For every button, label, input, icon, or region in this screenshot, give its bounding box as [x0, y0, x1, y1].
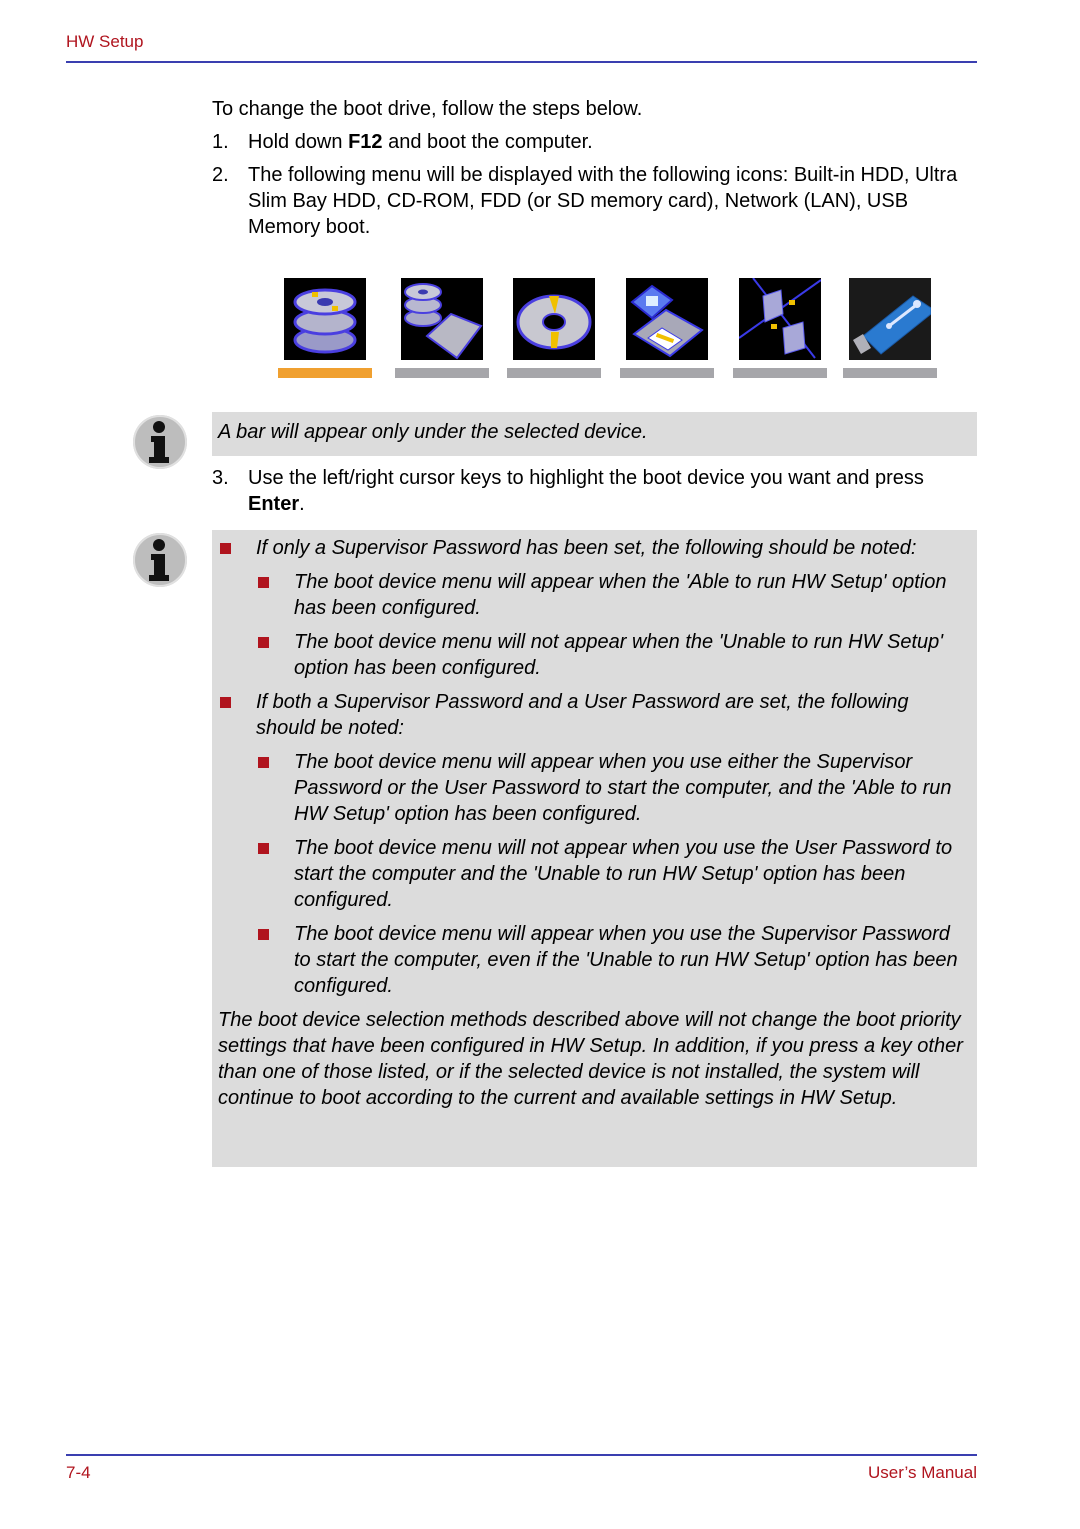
step-text: .: [299, 493, 305, 515]
cd-rom-icon: [513, 278, 595, 360]
boot-device-cd-rom[interactable]: [507, 278, 601, 378]
bullet-text: If both a Supervisor Password and a User…: [256, 691, 909, 739]
note-selected-bar: A bar will appear only under the selecte…: [212, 412, 977, 456]
section-title: HW Setup: [66, 32, 144, 51]
hdd-icon: [284, 278, 366, 360]
boot-device-hdd[interactable]: [278, 278, 372, 378]
info-icon: [133, 415, 187, 469]
bullet-text: The boot device menu will not appear whe…: [294, 631, 944, 679]
footer-rule: [66, 1454, 977, 1456]
step-1: 1. Hold down F12 and boot the computer.: [212, 129, 982, 155]
note-password-behavior: If only a Supervisor Password has been s…: [212, 530, 977, 1167]
closing-paragraph: The boot device selection methods descri…: [218, 1009, 963, 1109]
manual-title: User’s Manual: [868, 1463, 977, 1482]
fdd-icon: [626, 278, 708, 360]
bullet-square-icon: [220, 543, 231, 554]
step-text: Use the left/right cursor keys to highli…: [248, 467, 924, 489]
step-text: and boot the computer.: [382, 131, 593, 153]
bullet-item: If both a Supervisor Password and a User…: [218, 689, 971, 741]
sub-bullet-item: The boot device menu will appear when yo…: [256, 921, 971, 999]
bullet-text: The boot device menu will appear when yo…: [294, 751, 952, 825]
key-enter: Enter: [248, 493, 300, 515]
selection-bar: [843, 368, 937, 378]
boot-device-usb-memory[interactable]: [843, 278, 937, 378]
bullet-square-icon: [258, 577, 269, 588]
step-2: 2. The following menu will be displayed …: [212, 162, 982, 240]
usb-memory-icon: [849, 278, 931, 360]
page-number: 7-4: [66, 1463, 91, 1482]
bullet-text: The boot device menu will not appear whe…: [294, 837, 953, 911]
boot-device-fdd[interactable]: [620, 278, 714, 378]
key-f12: F12: [348, 131, 383, 153]
bullet-square-icon: [258, 843, 269, 854]
step-number: 1.: [212, 131, 229, 153]
slim-bay-hdd-icon: [401, 278, 483, 360]
step-text: Hold down: [248, 131, 349, 153]
bullet-square-icon: [258, 637, 269, 648]
boot-device-slim-bay-hdd[interactable]: [395, 278, 489, 378]
network-icon: [739, 278, 821, 360]
info-icon: [133, 533, 187, 587]
sub-bullet-item: The boot device menu will appear when yo…: [256, 749, 971, 827]
bullet-square-icon: [258, 929, 269, 940]
sub-bullet-item: The boot device menu will not appear whe…: [256, 835, 971, 913]
step-number: 3.: [212, 467, 229, 489]
bullet-square-icon: [258, 757, 269, 768]
sub-bullet-item: The boot device menu will appear when th…: [256, 569, 971, 621]
selection-bar: [620, 368, 714, 378]
bullet-text: The boot device menu will appear when yo…: [294, 923, 958, 997]
step-number: 2.: [212, 164, 229, 186]
bullet-item: If only a Supervisor Password has been s…: [218, 535, 971, 561]
step-text: The following menu will be displayed wit…: [248, 164, 958, 238]
boot-device-network[interactable]: [733, 278, 827, 378]
selection-bar: [395, 368, 489, 378]
selection-bar: [278, 368, 372, 378]
bullet-text: The boot device menu will appear when th…: [294, 571, 947, 619]
note-text: A bar will appear only under the selecte…: [218, 421, 648, 443]
bullet-text: If only a Supervisor Password has been s…: [256, 537, 917, 559]
selection-bar: [733, 368, 827, 378]
bullet-square-icon: [220, 697, 231, 708]
sub-bullet-item: The boot device menu will not appear whe…: [256, 629, 971, 681]
intro-text: To change the boot drive, follow the ste…: [212, 98, 643, 120]
selection-bar: [507, 368, 601, 378]
step-3: 3. Use the left/right cursor keys to hig…: [212, 465, 982, 517]
header-rule: [66, 61, 977, 63]
boot-device-menu: [278, 278, 938, 382]
